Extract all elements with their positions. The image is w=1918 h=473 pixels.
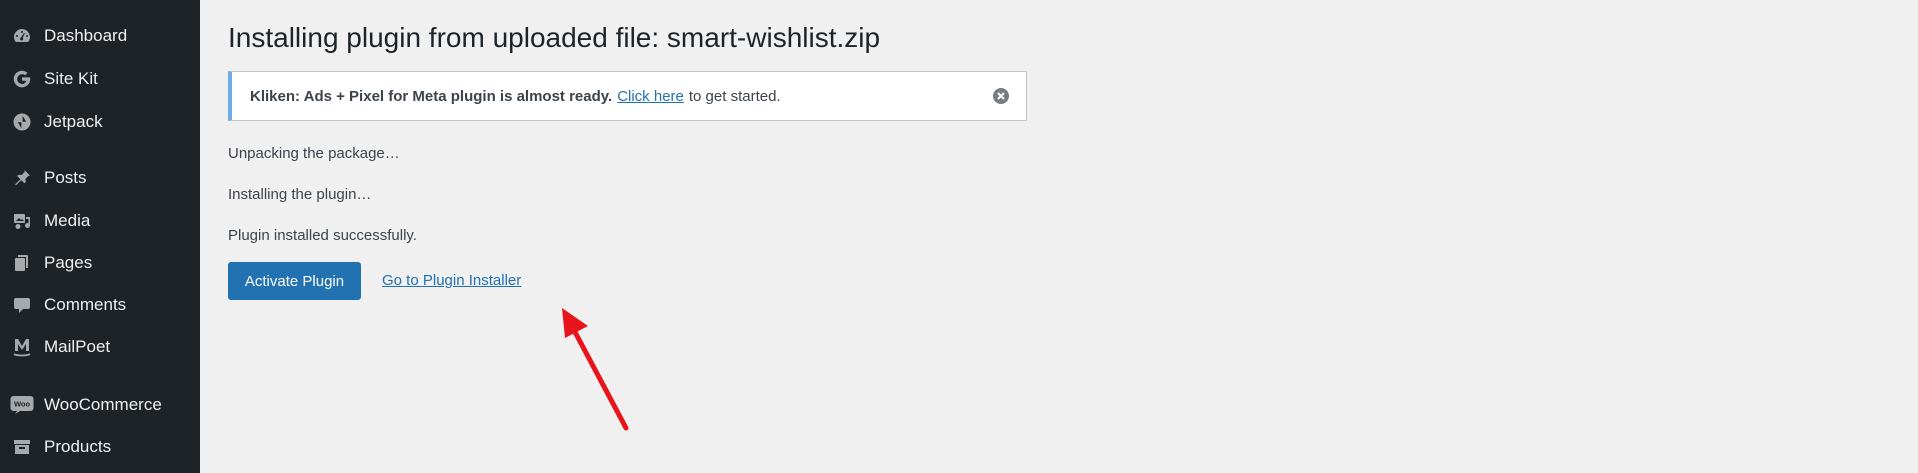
mailpoet-m-icon (0, 336, 44, 358)
notice-click-here-link[interactable]: Click here (617, 88, 684, 105)
status-unpacking: Unpacking the package… (228, 145, 400, 162)
sidebar-item-jetpack[interactable]: Jetpack (0, 102, 200, 142)
go-to-plugin-installer-link[interactable]: Go to Plugin Installer (382, 272, 521, 289)
notice-rest-text: to get started. (688, 87, 781, 105)
status-success: Plugin installed successfully. (228, 227, 417, 244)
admin-sidebar: Dashboard Site Kit Jetpack Posts Media P… (0, 0, 200, 473)
activate-plugin-button[interactable]: Activate Plugin (228, 262, 361, 300)
sidebar-item-woocommerce[interactable]: Woo WooCommerce (0, 385, 200, 425)
dashboard-icon (0, 26, 44, 46)
dismiss-circle-x-icon[interactable] (992, 87, 1010, 105)
annotation-arrow-icon (562, 308, 629, 431)
sidebar-item-label: Media (44, 211, 91, 230)
sidebar-item-label: Site Kit (44, 69, 98, 88)
sidebar-item-site-kit[interactable]: Site Kit (0, 59, 200, 99)
sidebar-item-comments[interactable]: Comments (0, 285, 200, 325)
status-installing: Installing the plugin… (228, 186, 372, 203)
sidebar-item-label: WooCommerce (44, 395, 162, 414)
sidebar-item-pages[interactable]: Pages (0, 243, 200, 283)
pages-icon (0, 253, 44, 273)
page-title: Installing plugin from uploaded file: sm… (228, 22, 881, 53)
comment-bubble-icon (0, 295, 44, 315)
sidebar-item-label: MailPoet (44, 337, 111, 356)
archive-box-icon (0, 437, 44, 457)
google-g-icon (0, 69, 44, 89)
notice-strong-text: Kliken: Ads + Pixel for Meta plugin is a… (250, 87, 613, 105)
sidebar-item-dashboard[interactable]: Dashboard (0, 16, 200, 56)
woocommerce-woo-icon: Woo (0, 395, 44, 415)
main-content: Installing plugin from uploaded file: sm… (200, 0, 1918, 473)
sidebar-item-products[interactable]: Products (0, 427, 200, 467)
sidebar-item-label: Pages (44, 253, 93, 272)
sidebar-item-label: Jetpack (44, 112, 103, 131)
sidebar-item-label: Comments (44, 295, 127, 314)
media-icon (0, 211, 44, 231)
sidebar-item-label: Posts (44, 168, 87, 187)
jetpack-bolt-icon (0, 112, 44, 132)
sidebar-item-mailpoet[interactable]: MailPoet (0, 327, 200, 367)
sidebar-item-media[interactable]: Media (0, 201, 200, 241)
woo-icon-text: Woo (14, 400, 31, 409)
info-notice: Kliken: Ads + Pixel for Meta plugin is a… (228, 71, 1027, 121)
pushpin-icon (0, 168, 44, 188)
sidebar-item-posts[interactable]: Posts (0, 158, 200, 198)
sidebar-item-label: Dashboard (44, 26, 128, 45)
sidebar-item-label: Products (44, 437, 112, 456)
